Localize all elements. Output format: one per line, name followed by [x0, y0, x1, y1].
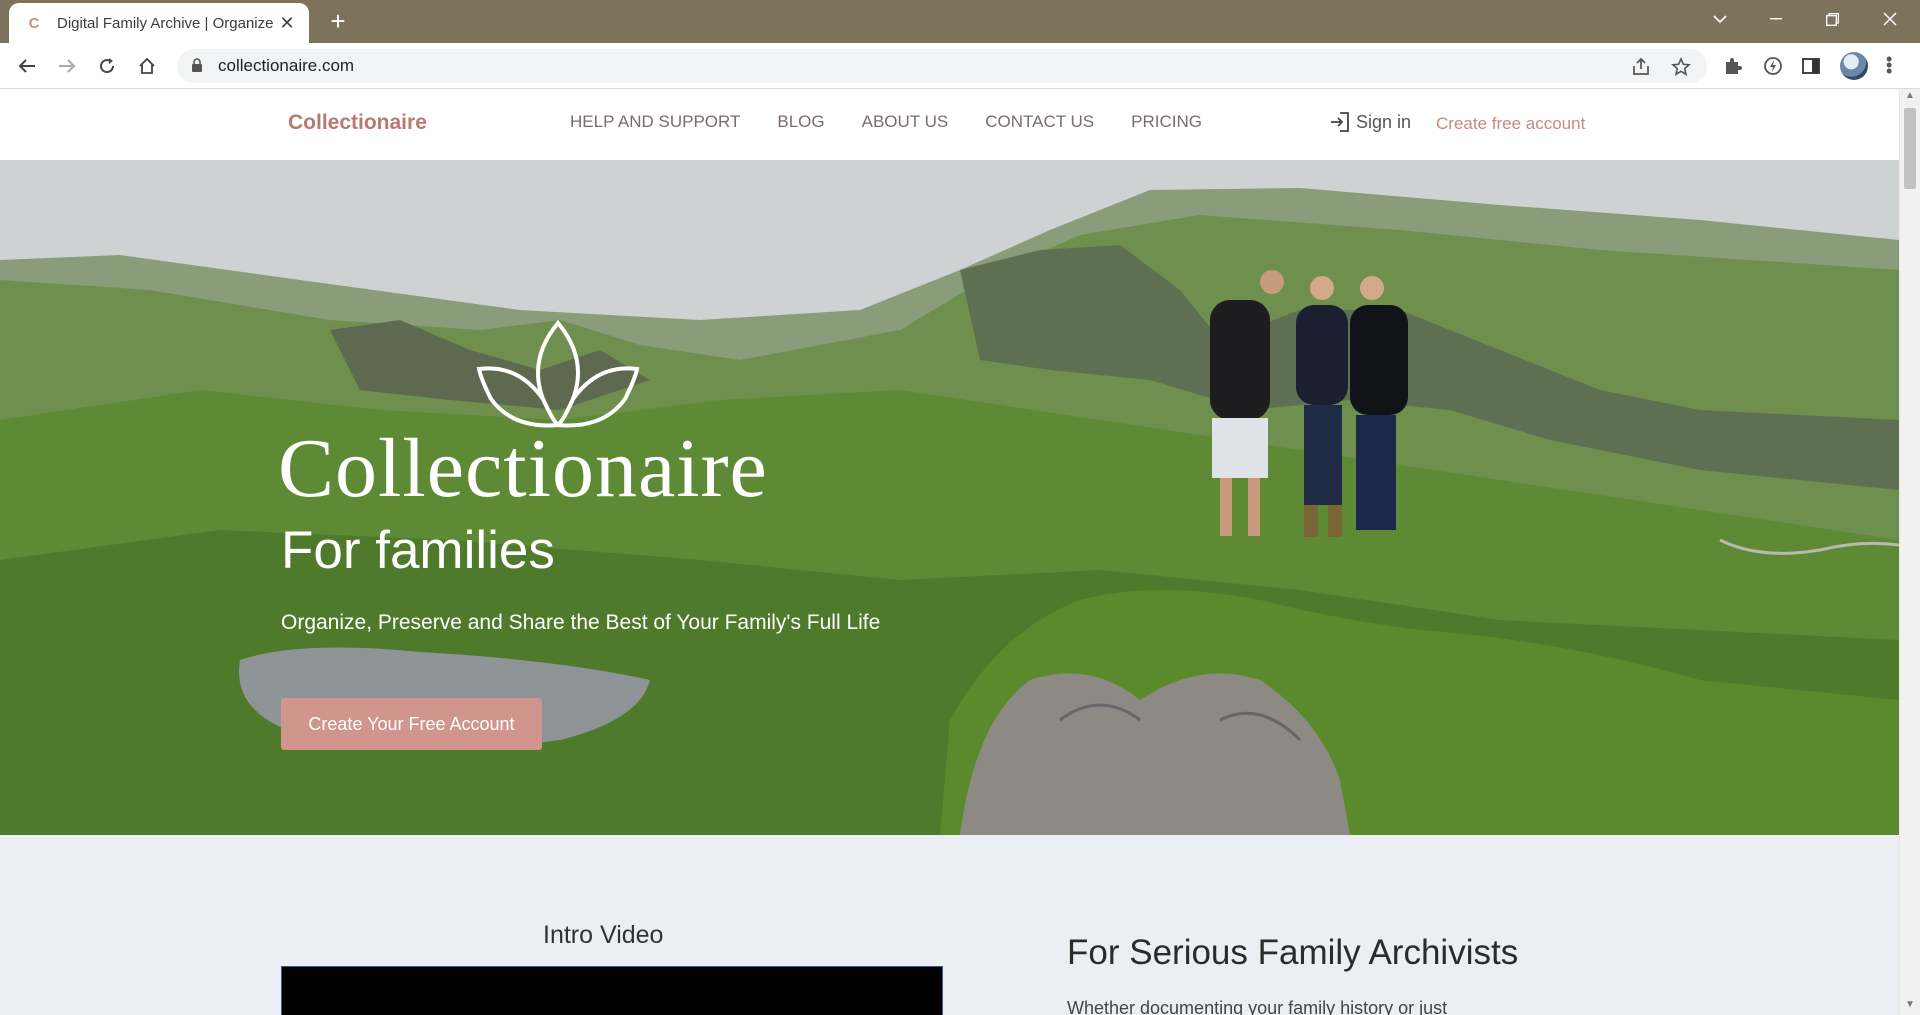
forward-icon[interactable]	[52, 51, 82, 81]
scrollbar-thumb[interactable]	[1904, 108, 1916, 189]
site-header: Collectionaire HELP AND SUPPORT BLOG ABO…	[0, 89, 1899, 160]
sign-in-label: Sign in	[1356, 111, 1412, 132]
browser-tab-bar: C Digital Family Archive | Organize ✕ +	[0, 0, 1920, 43]
section-heading: For Serious Family Archivists	[1067, 933, 1519, 972]
lock-icon	[192, 58, 202, 72]
hero-tagline: Organize, Preserve and Share the Best of…	[281, 611, 881, 634]
nav-blog[interactable]: BLOG	[777, 112, 824, 132]
lotus-logo-icon	[476, 319, 640, 428]
sign-in-icon	[1331, 112, 1349, 132]
site-logo[interactable]: Collectionaire	[288, 111, 427, 135]
nav-help-and-support[interactable]: HELP AND SUPPORT	[570, 112, 740, 132]
side-panel-icon[interactable]	[1800, 55, 1822, 77]
nav-about-us[interactable]: ABOUT US	[862, 112, 949, 132]
url-text: collectionaire.com	[218, 56, 355, 75]
intro-video-label: Intro Video	[543, 921, 664, 949]
new-tab-button[interactable]: +	[322, 6, 354, 38]
hero-title: Collectionaire	[278, 422, 768, 515]
nav-contact-us[interactable]: CONTACT US	[985, 112, 1094, 132]
browser-toolbar: collectionaire.com • • •	[0, 43, 1920, 89]
extensions-puzzle-icon[interactable]	[1722, 55, 1744, 77]
restore-button[interactable]	[1804, 0, 1860, 38]
extension-icon[interactable]	[1762, 55, 1784, 77]
intro-section: Intro Video For Serious Family Archivist…	[0, 835, 1899, 1015]
section-body-text: Whether documenting your family history …	[1067, 998, 1448, 1015]
site-favicon-icon: C	[28, 14, 40, 32]
share-icon[interactable]	[1631, 57, 1651, 77]
page-scrollbar[interactable]: ▲ ▼	[1899, 89, 1920, 1015]
profile-avatar[interactable]	[1840, 52, 1868, 80]
sign-in-link[interactable]: Sign in	[1329, 111, 1411, 133]
address-bar[interactable]: collectionaire.com	[177, 49, 1707, 83]
reload-icon[interactable]	[92, 51, 122, 81]
intro-video-player[interactable]	[281, 966, 943, 1015]
page-viewport: Collectionaire HELP AND SUPPORT BLOG ABO…	[0, 89, 1920, 1015]
main-nav: HELP AND SUPPORT BLOG ABOUT US CONTACT U…	[570, 112, 1239, 132]
bookmark-star-icon[interactable]	[1671, 57, 1691, 77]
create-free-account-button[interactable]: Create Your Free Account	[281, 698, 542, 750]
hero-banner: Collectionaire For families Organize, Pr…	[0, 160, 1899, 835]
close-tab-icon[interactable]: ✕	[277, 13, 297, 34]
home-icon[interactable]	[132, 51, 162, 81]
nav-pricing[interactable]: PRICING	[1131, 112, 1202, 132]
back-icon[interactable]	[12, 51, 42, 81]
minimize-button[interactable]	[1748, 0, 1804, 38]
create-free-account-link[interactable]: Create free account	[1436, 114, 1585, 134]
tab-search-icon[interactable]	[1692, 0, 1748, 38]
close-window-button[interactable]	[1862, 0, 1918, 38]
scroll-up-icon[interactable]: ▲	[1905, 90, 1915, 101]
scroll-down-icon[interactable]: ▼	[1905, 999, 1915, 1010]
hero-subtitle: For families	[281, 521, 555, 580]
tab-title: Digital Family Archive | Organize	[57, 14, 274, 32]
browser-tab[interactable]: C Digital Family Archive | Organize ✕	[9, 3, 309, 43]
browser-menu-icon[interactable]: • • •	[1886, 50, 1892, 80]
